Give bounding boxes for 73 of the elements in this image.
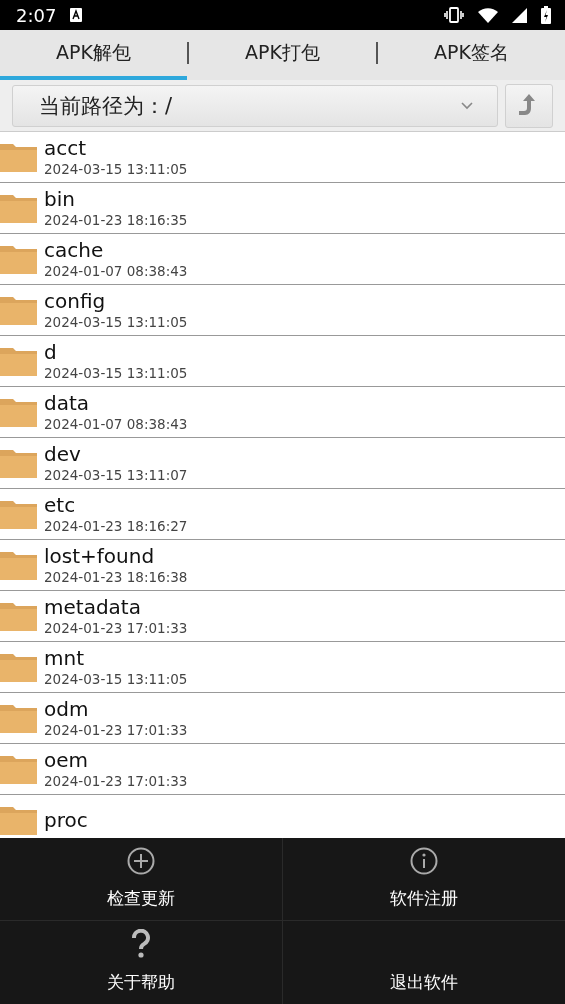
folder-icon (0, 703, 37, 733)
file-name: metadata (44, 595, 142, 619)
notification-icon (70, 8, 83, 22)
folder-icon (0, 346, 37, 376)
folder-icon (0, 550, 37, 580)
file-row[interactable]: cache 2024-01-07 08:38:43 (0, 234, 565, 285)
file-name: mnt (44, 646, 85, 670)
add-icon (126, 847, 155, 875)
file-date: 2024-03-15 13:11:05 (44, 160, 188, 178)
file-row[interactable]: mnt 2024-03-15 13:11:05 (0, 642, 565, 693)
folder-icon (0, 142, 37, 172)
file-row[interactable]: d 2024-03-15 13:11:05 (0, 336, 565, 387)
file-name: bin (44, 187, 76, 211)
folder-icon (0, 244, 37, 274)
file-name: d (44, 340, 58, 364)
file-row[interactable]: oem 2024-01-23 17:01:33 (0, 744, 565, 795)
file-name: etc (44, 493, 77, 517)
menu-item[interactable]: 软件注册 (282, 838, 565, 921)
file-date: 2024-01-23 17:01:33 (44, 619, 188, 637)
file-row[interactable]: dev 2024-03-15 13:11:07 (0, 438, 565, 489)
file-date: 2024-03-15 13:11:05 (44, 364, 188, 382)
file-row[interactable]: etc 2024-01-23 18:16:27 (0, 489, 565, 540)
file-date: 2024-01-07 08:38:43 (44, 262, 188, 280)
battery-icon (541, 6, 551, 24)
file-date: 2024-01-23 18:16:35 (44, 211, 188, 229)
folder-icon (0, 754, 37, 784)
folder-icon (0, 295, 37, 325)
tab[interactable]: APK签名 (378, 30, 565, 80)
file-date: 2024-03-15 13:11:07 (44, 466, 188, 484)
file-row[interactable]: config 2024-03-15 13:11:05 (0, 285, 565, 336)
vibrate-icon (444, 7, 464, 23)
folder-icon (0, 448, 37, 478)
path-label: 当前路径为：/ (39, 92, 173, 120)
file-row[interactable]: metadata 2024-01-23 17:01:33 (0, 591, 565, 642)
file-date: 2024-01-23 17:01:33 (44, 721, 188, 739)
file-row[interactable]: acct 2024-03-15 13:11:05 (0, 132, 565, 183)
file-date: 2024-01-23 18:16:38 (44, 568, 188, 586)
file-name: cache (44, 238, 105, 262)
file-name: proc (44, 808, 88, 832)
menu-item[interactable]: 检查更新 (0, 838, 283, 921)
file-row[interactable]: data 2024-01-07 08:38:43 (0, 387, 565, 438)
file-date: 2024-01-23 18:16:27 (44, 517, 188, 535)
menu-item[interactable]: 关于帮助 (0, 921, 283, 1004)
folder-icon (0, 193, 37, 223)
file-date: 2024-01-23 17:01:33 (44, 772, 188, 790)
folder-icon (0, 805, 37, 835)
tab[interactable]: APK打包 (189, 30, 376, 80)
path-dropdown[interactable]: 当前路径为：/ (12, 84, 498, 127)
info-icon (409, 847, 438, 875)
wifi-icon (478, 7, 498, 23)
file-date: 2024-03-15 13:11:05 (44, 313, 188, 331)
file-date: 2024-01-07 08:38:43 (44, 415, 188, 433)
file-name: data (44, 391, 91, 415)
file-name: acct (44, 136, 88, 160)
status-time: 2:07 (16, 4, 57, 26)
file-name: odm (44, 697, 90, 721)
file-name: oem (44, 748, 90, 772)
folder-icon (0, 601, 37, 631)
menu-item[interactable]: 退出软件 (282, 921, 565, 1004)
folder-icon (0, 499, 37, 529)
folder-icon (0, 397, 37, 427)
file-name: lost+found (44, 544, 156, 568)
file-row[interactable]: odm 2024-01-23 17:01:33 (0, 693, 565, 744)
file-date: 2024-03-15 13:11:05 (44, 670, 188, 688)
parent-folder-button[interactable] (505, 83, 553, 128)
file-row[interactable]: lost+found 2024-01-23 18:16:38 (0, 540, 565, 591)
file-name: dev (44, 442, 82, 466)
folder-icon (0, 652, 37, 682)
signal-icon (512, 7, 527, 23)
help-icon (130, 929, 151, 959)
chevron-down-icon (461, 101, 473, 110)
file-name: config (44, 289, 107, 313)
file-row[interactable]: bin 2024-01-23 18:16:35 (0, 183, 565, 234)
